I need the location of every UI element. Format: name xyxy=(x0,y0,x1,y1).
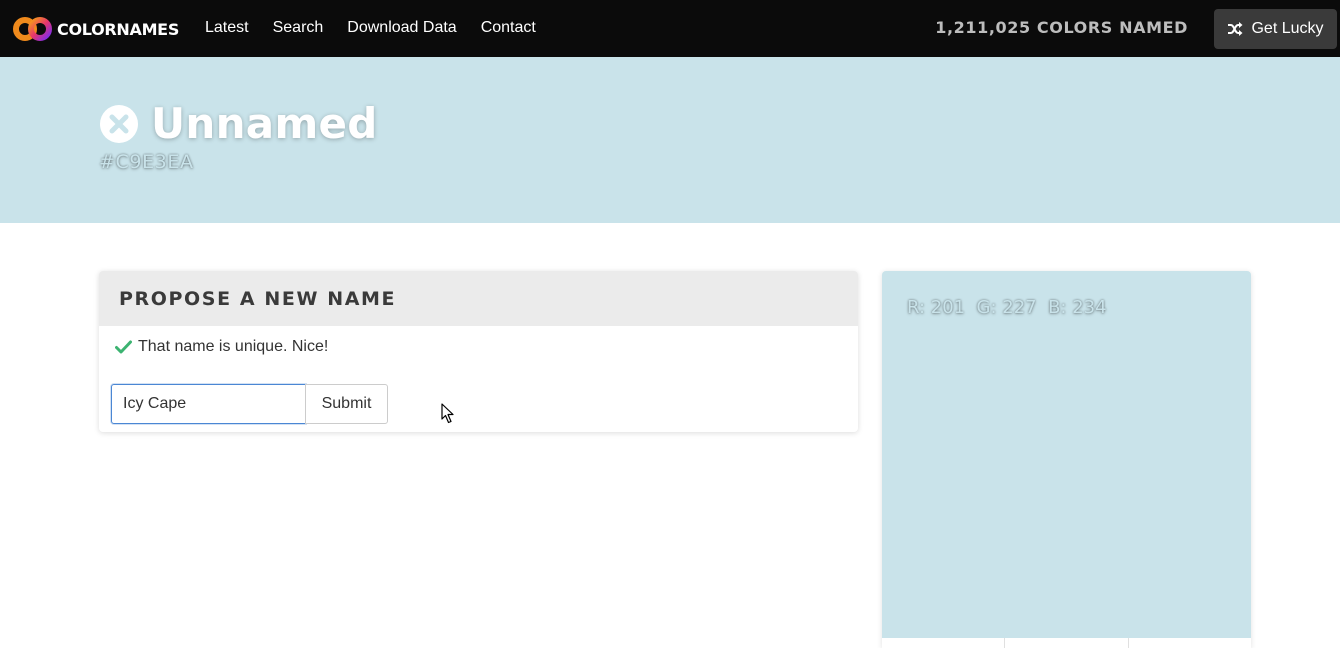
get-lucky-button[interactable]: Get Lucky xyxy=(1214,9,1337,49)
nav-link-latest[interactable]: Latest xyxy=(205,18,249,38)
propose-name-card: PROPOSE A NEW NAME That name is unique. … xyxy=(99,271,858,432)
new-name-input[interactable] xyxy=(111,384,306,424)
checkmark-icon xyxy=(115,340,132,354)
success-text: That name is unique. Nice! xyxy=(138,338,329,355)
color-name-title: Unnamed xyxy=(151,99,378,148)
propose-card-header: PROPOSE A NEW NAME xyxy=(99,271,858,326)
colors-named-count: 1,211,025 COLORS NAMED xyxy=(935,18,1188,37)
top-navbar: COLORNAMES Latest Search Download Data C… xyxy=(0,0,1340,57)
get-lucky-label: Get Lucky xyxy=(1251,20,1324,37)
name-unique-message: That name is unique. Nice! xyxy=(115,338,328,356)
nav-link-download-data[interactable]: Download Data xyxy=(347,18,456,38)
brand-link[interactable]: COLORNAMES xyxy=(13,14,179,44)
submit-button[interactable]: Submit xyxy=(305,384,388,424)
close-circle-icon xyxy=(100,105,138,143)
rgb-values: R: 201 G: 227 B: 234 xyxy=(907,297,1107,318)
swatch-tabs xyxy=(882,638,1251,648)
shuffle-icon xyxy=(1228,22,1243,36)
main-nav: Latest Search Download Data Contact xyxy=(205,18,560,38)
colornames-logo-icon xyxy=(13,17,52,41)
swatch-tab[interactable] xyxy=(882,638,1006,648)
swatch-tab[interactable] xyxy=(1005,638,1129,648)
brand-name: COLORNAMES xyxy=(57,19,180,39)
nav-link-search[interactable]: Search xyxy=(273,18,324,38)
propose-card-title: PROPOSE A NEW NAME xyxy=(119,287,397,310)
color-hex-code: #C9E3EA xyxy=(99,151,194,173)
swatch-tab[interactable] xyxy=(1129,638,1251,648)
nav-link-contact[interactable]: Contact xyxy=(481,18,536,38)
color-swatch-panel: R: 201 G: 227 B: 234 xyxy=(882,271,1251,648)
